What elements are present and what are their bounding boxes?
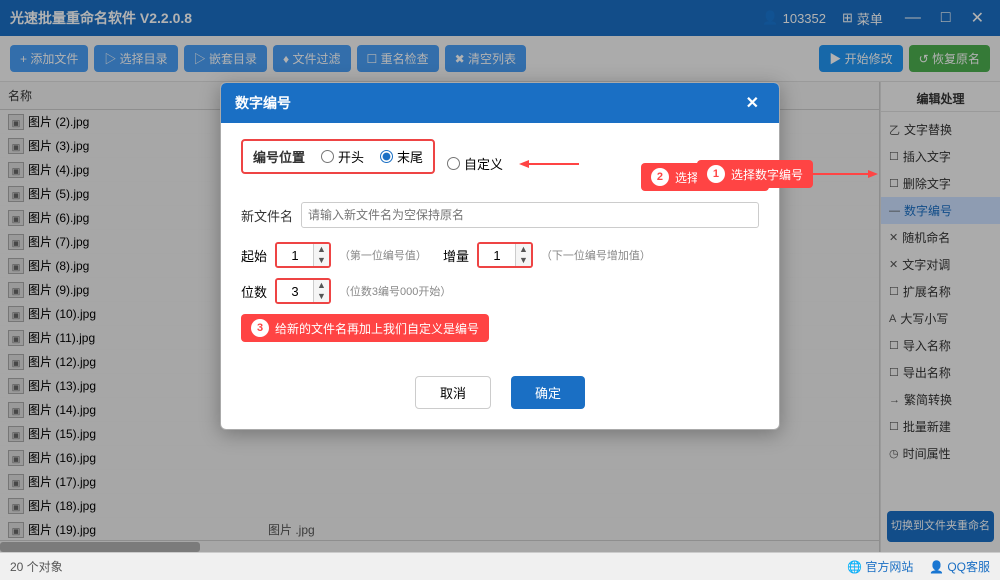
start-down-arrow[interactable]: ▼: [314, 255, 329, 266]
qq-link[interactable]: 👤 QQ客服: [929, 558, 990, 575]
start-up-arrow[interactable]: ▲: [314, 244, 329, 255]
tooltip-1-num: 1: [707, 165, 725, 183]
digits-hint: （位数3编号000开始）: [339, 283, 451, 299]
tooltip-3-num: 3: [251, 319, 269, 337]
digits-label: 位数: [241, 282, 267, 301]
cancel-button[interactable]: 取消: [415, 376, 491, 409]
increment-arrows: ▲ ▼: [515, 244, 531, 266]
start-field: ▲ ▼: [275, 242, 331, 268]
start-input[interactable]: [277, 244, 313, 266]
tooltip-1-arrow: [813, 167, 878, 181]
tooltip-1: 1 选择数字编号: [697, 160, 878, 188]
increment-hint: （下一位编号增加值）: [541, 247, 651, 263]
digits-row: 位数 ▲ ▼ （位数3编号000开始）: [241, 278, 759, 304]
tooltip-3-text: 给新的文件名再加上我们自定义是编号: [275, 320, 479, 337]
dialog-title: 数字编号: [235, 93, 291, 113]
website-link[interactable]: 🌐 官方网站: [847, 558, 913, 575]
radio-custom[interactable]: 自定义: [447, 154, 503, 173]
new-filename-label: 新文件名: [241, 206, 293, 225]
number-inputs-row: 起始 ▲ ▼ （第一位编号值） 增量 ▲ ▼ （下一: [241, 242, 759, 268]
increment-input[interactable]: [479, 244, 515, 266]
radio-head-input[interactable]: [321, 150, 334, 163]
new-filename-input[interactable]: [301, 202, 759, 228]
radio-custom-label: 自定义: [464, 154, 503, 173]
digits-input[interactable]: [277, 280, 313, 302]
dialog-footer: 取消 确定: [221, 366, 779, 429]
status-bar: 20 个对象 🌐 官方网站 👤 QQ客服: [0, 552, 1000, 580]
position-label: 编号位置: [253, 147, 305, 166]
start-arrows: ▲ ▼: [313, 244, 329, 266]
number-code-dialog: 数字编号 ✕ 编号位置 开头 末尾: [220, 82, 780, 430]
increment-down-arrow[interactable]: ▼: [516, 255, 531, 266]
tooltip-1-bubble: 1 选择数字编号: [697, 160, 813, 188]
start-label: 起始: [241, 246, 267, 265]
qq-label: QQ客服: [947, 558, 990, 575]
tooltip-3-bubble: 3 给新的文件名再加上我们自定义是编号: [241, 314, 489, 342]
website-icon: 🌐: [847, 560, 862, 574]
status-count: 20 个对象: [10, 558, 63, 575]
tooltip-3-container: 3 给新的文件名再加上我们自定义是编号: [241, 314, 759, 342]
increment-label: 增量: [443, 246, 469, 265]
position-radio-group: 编号位置 开头 末尾: [241, 139, 435, 174]
radio-tail[interactable]: 末尾: [380, 147, 423, 166]
website-label: 官方网站: [865, 558, 913, 575]
digits-field: ▲ ▼: [275, 278, 331, 304]
digits-up-arrow[interactable]: ▲: [314, 280, 329, 291]
increment-field: ▲ ▼: [477, 242, 533, 268]
dialog-close-button[interactable]: ✕: [740, 91, 765, 115]
start-hint: （第一位编号值）: [339, 247, 427, 263]
dialog-titlebar: 数字编号 ✕: [221, 83, 779, 123]
radio-tail-input[interactable]: [380, 150, 393, 163]
radio-custom-input[interactable]: [447, 157, 460, 170]
custom-arrow-indicator: [519, 157, 579, 171]
digits-down-arrow[interactable]: ▼: [314, 291, 329, 302]
digits-arrows: ▲ ▼: [313, 280, 329, 302]
radio-head-label: 开头: [338, 147, 364, 166]
dialog-overlay: 数字编号 ✕ 编号位置 开头 末尾: [0, 0, 1000, 552]
qq-icon: 👤: [929, 560, 944, 574]
radio-head[interactable]: 开头: [321, 147, 364, 166]
radio-tail-label: 末尾: [397, 147, 423, 166]
increment-up-arrow[interactable]: ▲: [516, 244, 531, 255]
status-bar-right: 🌐 官方网站 👤 QQ客服: [847, 558, 990, 575]
new-filename-row: 新文件名: [241, 202, 759, 228]
dialog-body: 编号位置 开头 末尾 自定义: [221, 123, 779, 366]
tooltip-1-text: 选择数字编号: [731, 166, 803, 183]
confirm-button[interactable]: 确定: [511, 376, 585, 409]
tooltip-2-num: 2: [651, 168, 669, 186]
